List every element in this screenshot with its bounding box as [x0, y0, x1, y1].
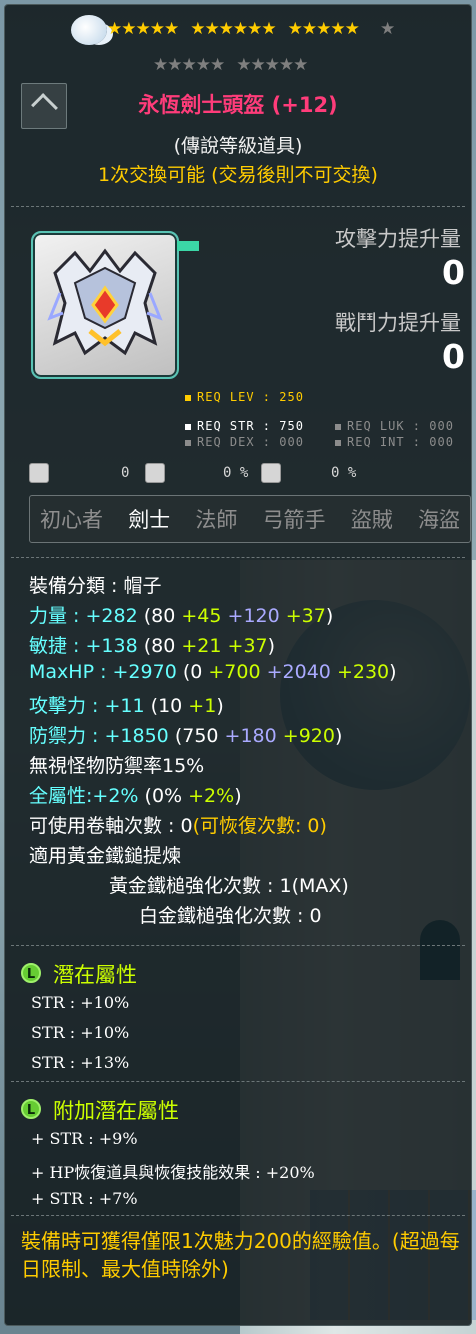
star-group: ★★★★★	[287, 19, 360, 39]
power-increase-value: 0	[442, 337, 465, 376]
req-level: REQ LEV : 250	[185, 390, 304, 404]
icon-tag	[177, 241, 199, 251]
stat-golden-hammer: 適用黃金鐵鎚提煉	[29, 845, 182, 867]
attack-increase-value: 0	[442, 253, 465, 292]
job-pirate: 海盜	[417, 508, 460, 532]
bonus-potential-grade-icon: L	[21, 1099, 41, 1119]
bonus-potential-line: + STR : +7%	[31, 1189, 138, 1208]
req-dex: REQ DEX : 000	[185, 435, 304, 449]
star-group: ★★★★★	[153, 55, 225, 75]
stat-defense: 防禦力 : +1850 (750 +180 +920)	[29, 725, 343, 747]
bonus-potential-line: + STR : +9%	[31, 1129, 138, 1148]
stat-platinum-hammer-count: 白金鐵槌強化次數 : 0	[139, 905, 322, 927]
upgrade-icon	[29, 463, 49, 483]
game-screen: ★★★★★ ★★★★★★ ★★★★★ ★★★★★ ★★★★★ ★ 永恆劍士頭盔 …	[0, 0, 476, 1334]
potential-line: STR : +10%	[31, 1023, 130, 1042]
boss-damage-icon	[145, 463, 165, 483]
star-group: ★★★★★	[107, 19, 179, 39]
stat-all-stat: 全屬性:+2% (0% +2%)	[29, 785, 242, 807]
star-group: ★★★★★★	[190, 19, 276, 39]
divider	[11, 1215, 465, 1216]
item-description: 裝備時可獲得僅限1次魅力200的經驗值。(超過每日限制、最大值時除外)	[21, 1229, 460, 1281]
potential-title: 潛在屬性	[53, 963, 137, 987]
star-force-row-1: ★★★★★ ★★★★★★ ★★★★★	[107, 19, 371, 39]
job-thief: 盜賊	[350, 508, 393, 532]
divider	[11, 206, 465, 207]
req-int: REQ INT : 000	[335, 435, 454, 449]
req-str: REQ STR : 750	[185, 419, 304, 433]
stat-ignore-defense: 無視怪物防禦率15%	[29, 755, 205, 777]
boss-damage-value: 0 %	[223, 465, 249, 481]
star-empty: ★	[380, 19, 396, 39]
stat-dex: 敏捷 : +138 (80 +21 +37)	[29, 635, 276, 657]
req-luk: REQ LUK : 000	[335, 419, 454, 433]
helmet-icon	[47, 248, 163, 356]
divider	[11, 945, 465, 946]
job-warrior: 劍士	[128, 508, 171, 532]
power-increase-label: 戰鬥力提升量	[335, 311, 461, 335]
job-restriction-bar: 初心者 劍士 法師 弓箭手 盜賊 海盜	[29, 495, 471, 543]
job-bowman: 弓箭手	[262, 508, 326, 532]
upgrade-value: 0	[121, 465, 130, 481]
trade-info: 1次交換可能 (交易後則不可交換)	[98, 164, 378, 186]
ignore-defense-icon	[261, 463, 281, 483]
item-name: 永恆劍士頭盔 (+12)	[138, 93, 338, 117]
divider	[11, 1081, 465, 1082]
divider	[11, 557, 465, 558]
stat-str: 力量 : +282 (80 +45 +120 +37)	[29, 605, 334, 627]
item-icon-frame	[31, 231, 179, 379]
stat-scroll-slots: 可使用卷軸次數 : 0(可恢復次數: 0)	[29, 815, 327, 837]
equip-category: 裝備分類 : 帽子	[29, 575, 162, 597]
job-magician: 法師	[195, 508, 238, 532]
bonus-potential-title: 附加潛在屬性	[53, 1099, 179, 1123]
stat-maxhp: MaxHP : +2970 (0 +700 +2040 +230)	[29, 661, 397, 683]
job-beginner: 初心者	[40, 508, 103, 532]
star-force-row-2: ★★★★★ ★★★★★	[153, 55, 319, 75]
stat-attack: 攻擊力 : +11 (10 +1)	[29, 695, 224, 717]
potential-grade-icon: L	[21, 963, 41, 983]
stat-golden-hammer-count: 黃金鐵槌強化次數 : 1(MAX)	[109, 875, 349, 897]
potential-line: STR : +10%	[31, 993, 130, 1012]
bonus-potential-line: + HP恢復道具與恢復技能效果 : +20%	[31, 1163, 315, 1182]
item-grade: (傳說等級道具)	[173, 135, 303, 157]
ignore-defense-value: 0 %	[331, 465, 357, 481]
cloud-icon	[71, 15, 107, 45]
star-group: ★★★★★	[236, 55, 308, 75]
attack-increase-label: 攻擊力提升量	[335, 227, 461, 251]
potential-line: STR : +13%	[31, 1053, 130, 1072]
item-tooltip: ★★★★★ ★★★★★★ ★★★★★ ★★★★★ ★★★★★ ★ 永恆劍士頭盔 …	[4, 4, 472, 1326]
